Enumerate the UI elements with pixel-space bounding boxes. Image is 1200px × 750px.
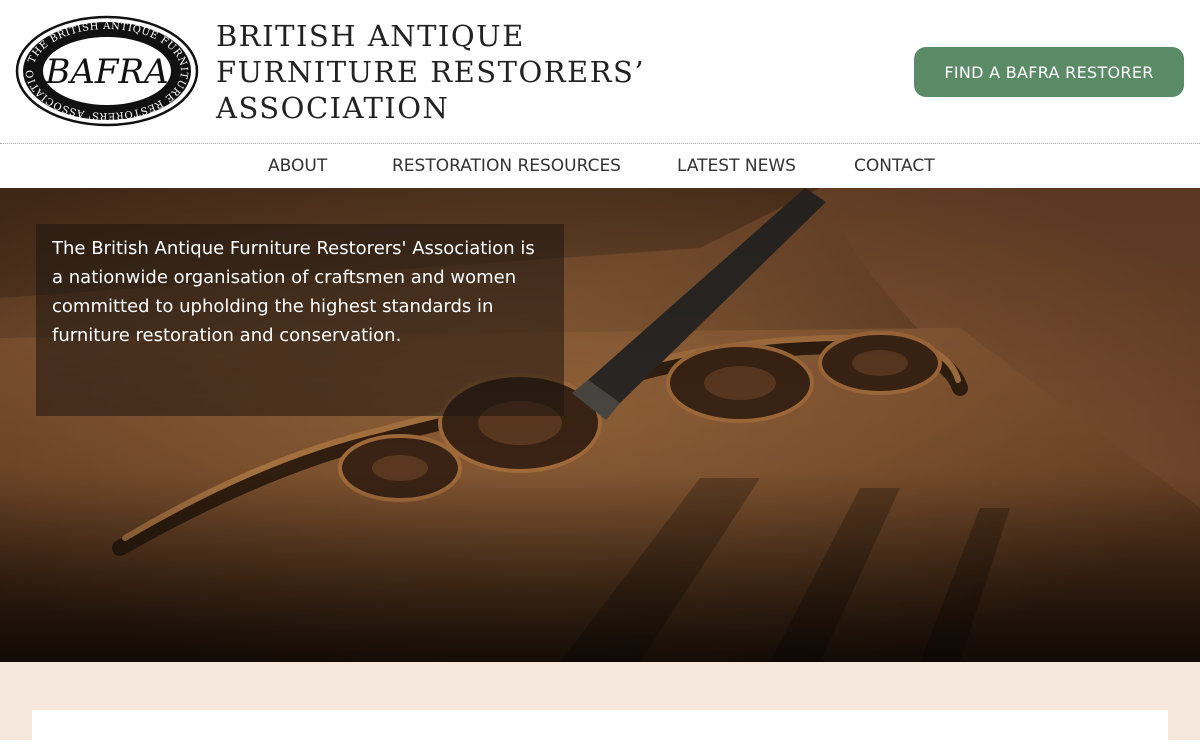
nav-item-restoration-resources[interactable]: RESTORATION RESOURCES xyxy=(392,156,621,176)
hero-section: The British Antique Furniture Restorers'… xyxy=(0,188,1200,662)
content-card xyxy=(32,710,1168,750)
nav-item-about[interactable]: ABOUT xyxy=(268,156,327,176)
hero-intro-text: The British Antique Furniture Restorers'… xyxy=(52,238,535,346)
site-title-line: FURNITURE RESTORERS’ xyxy=(216,55,646,89)
nav-item-contact[interactable]: CONTACT xyxy=(854,156,935,176)
logo-monogram: BAFRA xyxy=(44,52,168,92)
main-nav: ABOUT RESTORATION RESOURCES LATEST NEWS … xyxy=(0,143,1200,188)
site-title-line: BRITISH ANTIQUE xyxy=(216,19,525,53)
site-title-line: ASSOCIATION xyxy=(216,91,450,125)
bafra-logo[interactable]: THE BRITISH ANTIQUE FURNITURE RESTORERS'… xyxy=(15,15,199,127)
content-section xyxy=(0,662,1200,750)
site-header: THE BRITISH ANTIQUE FURNITURE RESTORERS'… xyxy=(0,0,1200,143)
find-restorer-button[interactable]: FIND A BAFRA RESTORER xyxy=(914,47,1184,97)
site-title: BRITISH ANTIQUE FURNITURE RESTORERS’ ASS… xyxy=(216,18,645,126)
hero-intro-box: The British Antique Furniture Restorers'… xyxy=(36,224,564,416)
nav-item-latest-news[interactable]: LATEST NEWS xyxy=(677,156,796,176)
